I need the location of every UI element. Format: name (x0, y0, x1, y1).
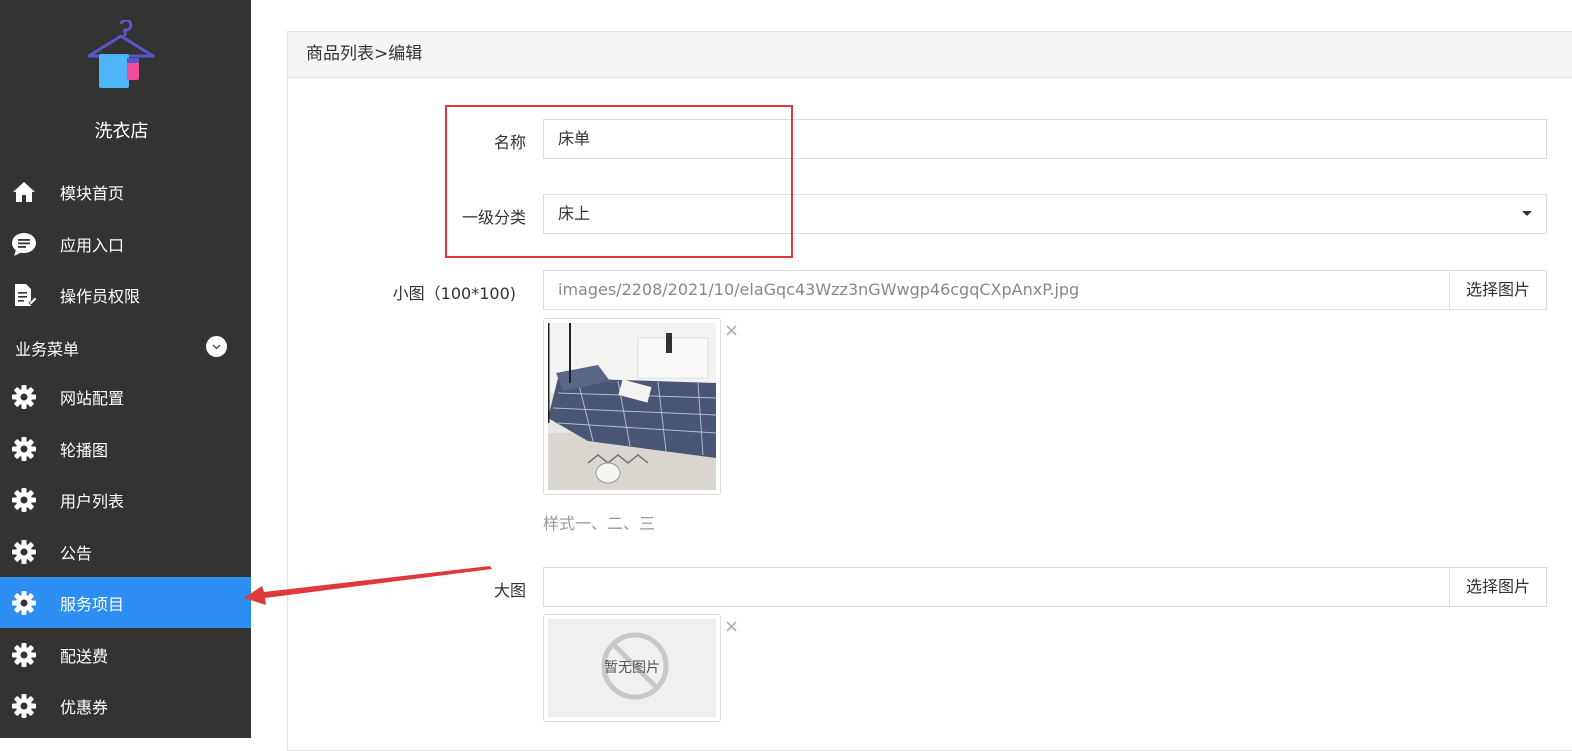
laundry-hanger-logo (87, 20, 155, 88)
gear-icon (10, 589, 38, 617)
sidebar-item-label: 模块首页 (60, 184, 125, 203)
no-image-text: 暂无图片 (604, 660, 660, 676)
small-image-select-button[interactable]: 选择图片 (1449, 270, 1547, 310)
dropdown-caret-icon (1522, 211, 1532, 216)
sidebar-item-top-2[interactable]: 操作员权限 (0, 269, 251, 320)
sidebar-item-top-0[interactable]: 模块首页 (0, 166, 251, 217)
small-image-preview (543, 318, 721, 495)
gear-icon (10, 641, 38, 669)
remove-large-image-icon[interactable]: × (724, 618, 739, 636)
gear-icon (10, 538, 38, 566)
sidebar-item-label: 服务项目 (60, 595, 125, 614)
gear-icon (10, 692, 38, 720)
sidebar-item-label: 应用入口 (60, 235, 125, 255)
sidebar-item-biz-4[interactable]: 服务项目 (0, 577, 251, 628)
sidebar-item-biz-3[interactable]: 公告 (0, 526, 251, 577)
breadcrumb: 商品列表>编辑 (288, 32, 1572, 78)
gear-icon (10, 486, 38, 514)
business-menu-title: 业务菜单 (15, 340, 80, 359)
remove-small-image-icon[interactable]: × (724, 322, 739, 340)
sidebar-item-label: 优惠券 (60, 698, 109, 717)
sidebar-item-label: 配送费 (60, 646, 109, 666)
sidebar-item-label: 公告 (60, 543, 93, 563)
sidebar-item-biz-1[interactable]: 轮播图 (0, 423, 251, 474)
small-image-label: 小图（100*100) (392, 284, 516, 303)
shop-name: 洗衣店 (94, 121, 149, 142)
home-icon (10, 178, 38, 206)
large-image-path-input[interactable] (543, 567, 1451, 607)
sidebar-item-biz-2[interactable]: 用户列表 (0, 474, 251, 525)
large-image-preview: 暂无图片 (543, 614, 721, 722)
document-edit-icon (10, 281, 38, 309)
sidebar-item-label: 网站配置 (60, 389, 125, 408)
gear-icon (10, 383, 38, 411)
annotation-highlight-box (445, 105, 793, 258)
sidebar-item-top-1[interactable]: 应用入口 (0, 218, 251, 269)
sidebar-item-biz-0[interactable]: 网站配置 (0, 371, 251, 422)
small-image-hint: 样式一、二、三 (543, 514, 656, 533)
sidebar-item-label: 用户列表 (60, 492, 125, 511)
bed-sheet-photo (546, 323, 717, 490)
sidebar-item-label: 操作员权限 (60, 287, 141, 306)
large-image-select-button[interactable]: 选择图片 (1449, 567, 1547, 607)
no-image-placeholder: 暂无图片 (548, 619, 716, 717)
gear-icon (10, 435, 38, 463)
sidebar-item-label: 轮播图 (60, 440, 109, 460)
small-image-path-input[interactable]: images/2208/2021/10/elaGqc43Wzz3nGWwgp46… (543, 270, 1451, 310)
sidebar-item-biz-5[interactable]: 配送费 (0, 629, 251, 680)
chat-bubble-icon (10, 230, 38, 258)
annotation-arrow (244, 566, 492, 605)
sidebar-item-biz-6[interactable]: 优惠券 (0, 680, 251, 731)
sidebar: 洗衣店 模块首页应用入口操作员权限 业务菜单 网站配置轮播图用户列表公告服务项目… (0, 0, 251, 738)
chevron-down-icon[interactable] (206, 336, 227, 357)
